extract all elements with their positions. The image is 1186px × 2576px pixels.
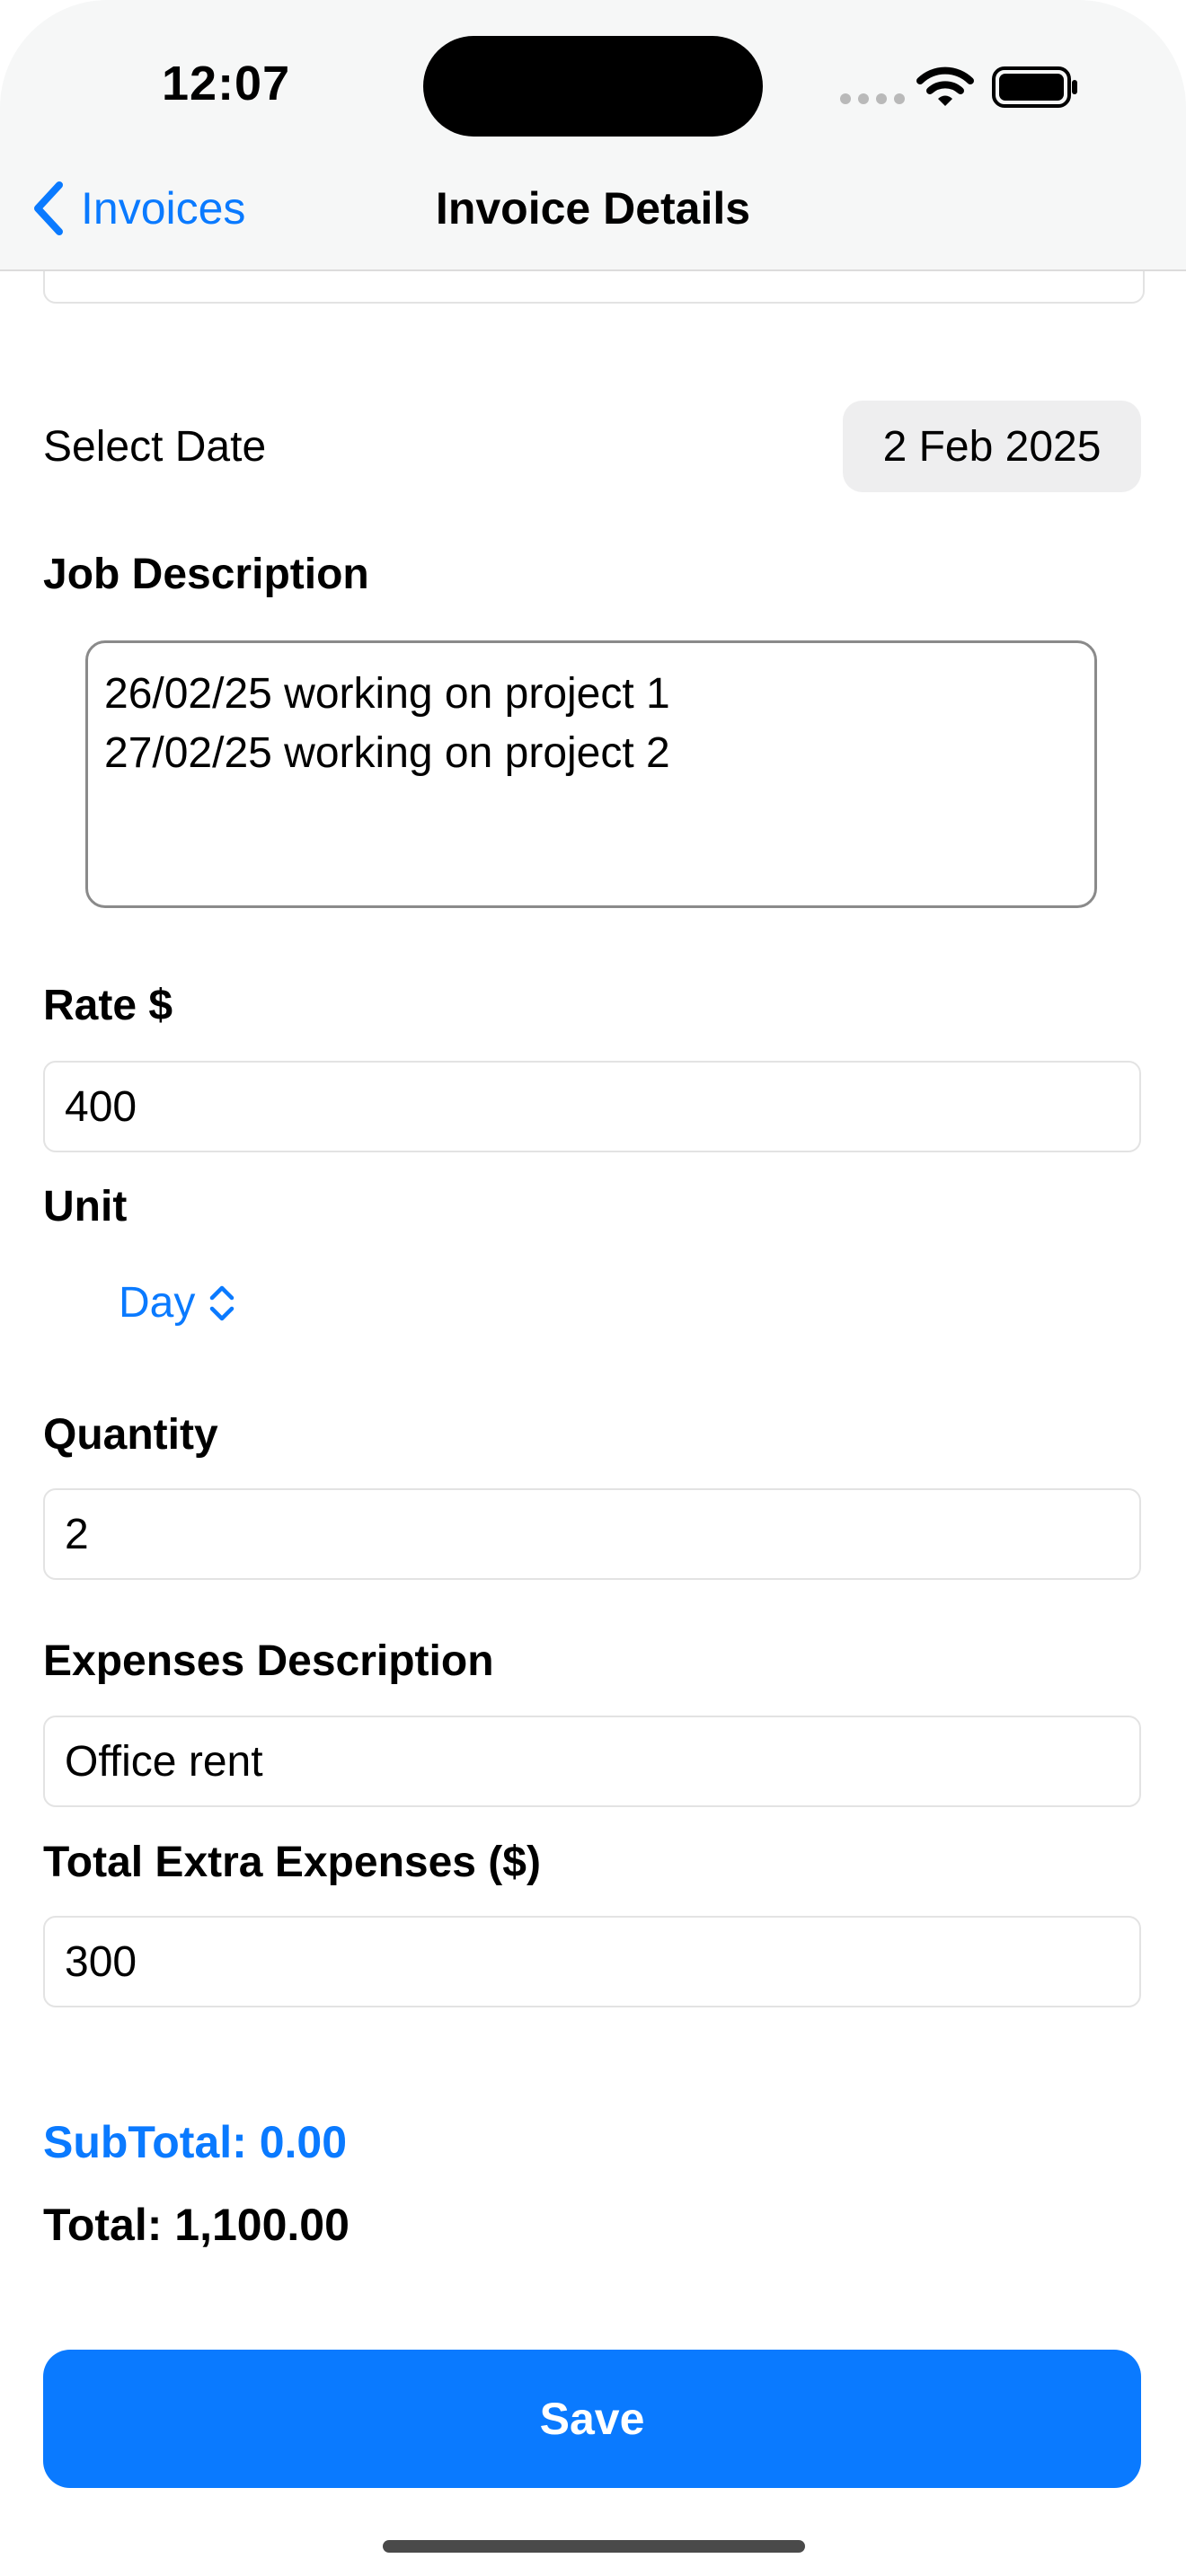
unit-label: Unit <box>43 1183 128 1231</box>
job-description-textarea[interactable]: 26/02/25 working on project 1 27/02/25 w… <box>85 640 1097 908</box>
subtotal-text: SubTotal: 0.00 <box>43 2117 348 2167</box>
extra-expenses-label: Total Extra Expenses ($) <box>43 1839 541 1886</box>
rate-label: Rate $ <box>43 982 173 1029</box>
cellular-signal-icon <box>840 93 905 104</box>
dynamic-island <box>423 36 763 137</box>
save-button[interactable]: Save <box>43 2350 1141 2488</box>
rate-input[interactable]: 400 <box>43 1061 1141 1152</box>
unit-picker-value: Day <box>119 1279 196 1327</box>
extra-expenses-input[interactable]: 300 <box>43 1916 1141 2007</box>
quantity-input[interactable]: 2 <box>43 1488 1141 1580</box>
navigation-header: 12:07 Invoices Invoice Details <box>0 0 1186 271</box>
battery-icon <box>992 66 1080 112</box>
wifi-icon <box>916 65 974 114</box>
expenses-description-input[interactable]: Office rent <box>43 1716 1141 1807</box>
unit-picker[interactable]: Day <box>119 1278 236 1328</box>
quantity-label: Quantity <box>43 1411 218 1459</box>
home-indicator <box>383 2540 805 2553</box>
date-label: Select Date <box>43 423 267 471</box>
page-title: Invoice Details <box>435 183 751 234</box>
total-text: Total: 1,100.00 <box>43 2200 350 2250</box>
expenses-description-label: Expenses Description <box>43 1637 494 1685</box>
status-time: 12:07 <box>162 57 291 110</box>
date-picker-button[interactable]: 2 Feb 2025 <box>843 401 1141 492</box>
chevron-up-down-icon <box>210 1285 235 1320</box>
job-description-label: Job Description <box>43 551 369 598</box>
